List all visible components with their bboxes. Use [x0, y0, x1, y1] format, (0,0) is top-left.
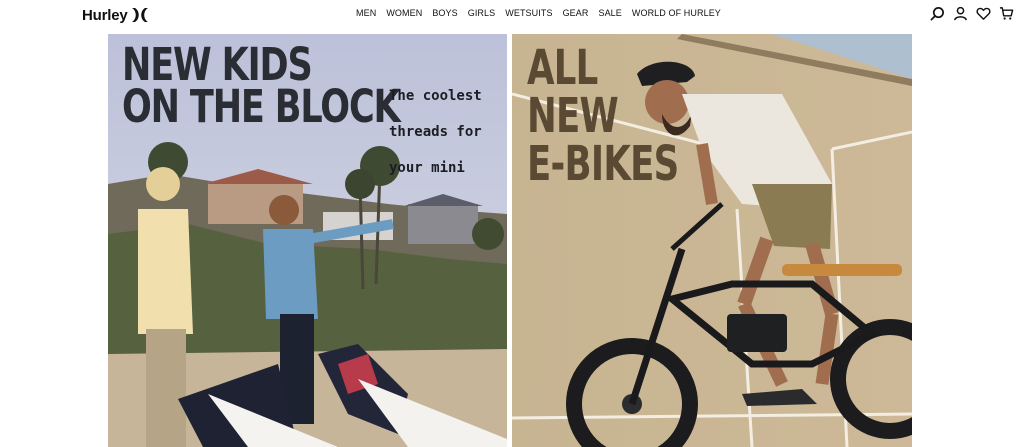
ebikes-headline-line2: NEW	[527, 88, 619, 144]
main-nav: MEN WOMEN BOYS GIRLS WETSUITS GEAR SALE …	[356, 8, 721, 18]
kids-tagline-line1: The coolest	[389, 88, 482, 104]
ebikes-headline-line1: ALL	[527, 40, 598, 96]
wishlist-heart-icon[interactable]	[976, 6, 991, 21]
ebikes-headline: ALL NEW E-BIKES	[527, 40, 679, 192]
nav-girls[interactable]: GIRLS	[468, 8, 496, 18]
nav-women[interactable]: WOMEN	[386, 8, 422, 18]
nav-men[interactable]: MEN	[356, 8, 376, 18]
kids-headline-line2: ON THE BLOCK	[122, 80, 401, 133]
cart-icon[interactable]	[999, 6, 1014, 21]
header-icons	[930, 6, 1014, 21]
brand-name: Hurley	[82, 6, 128, 24]
ebikes-headline-line3: E-BIKES	[527, 136, 679, 192]
nav-world-of-hurley[interactable]: WORLD OF HURLEY	[632, 8, 721, 18]
site-header: Hurley MEN WOMEN BOYS GIRLS WETSUITS GEA…	[0, 0, 1024, 30]
search-icon[interactable]	[930, 6, 945, 21]
kids-headline: NEW KIDS ON THE BLOCK	[122, 42, 401, 133]
nav-wetsuits[interactable]: WETSUITS	[505, 8, 552, 18]
hurley-logo[interactable]: Hurley	[82, 5, 150, 25]
nav-sale[interactable]: SALE	[598, 8, 621, 18]
nav-boys[interactable]: BOYS	[432, 8, 457, 18]
account-icon[interactable]	[953, 6, 968, 21]
hero-ebikes-banner[interactable]: ALL NEW E-BIKES	[512, 34, 912, 447]
kids-tagline: The coolest threads for your mini	[389, 69, 482, 195]
hurley-mark-icon	[131, 8, 148, 22]
hero-kids-banner[interactable]: NEW KIDS ON THE BLOCK The coolest thread…	[108, 34, 507, 447]
kids-tagline-line2: threads for	[389, 124, 482, 140]
nav-gear[interactable]: GEAR	[563, 8, 589, 18]
kids-tagline-line3: your mini	[389, 160, 465, 176]
